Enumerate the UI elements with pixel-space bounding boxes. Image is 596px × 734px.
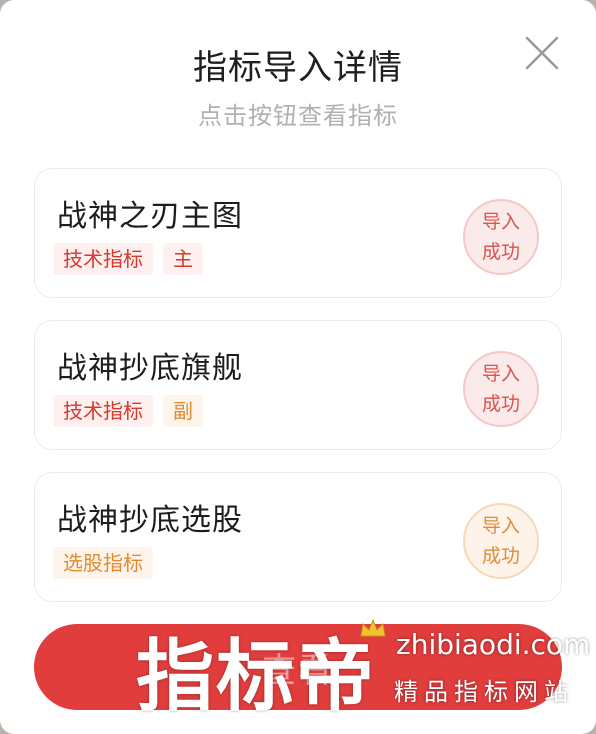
- stamp-line-1: 导入: [481, 363, 520, 385]
- indicator-card[interactable]: 战神抄底旗舰 技术指标 副 导入 成功: [34, 320, 562, 450]
- indicator-tags: 技术指标 主: [53, 243, 203, 275]
- tag-role: 副: [163, 395, 203, 427]
- indicator-tags: 技术指标 副: [53, 395, 203, 427]
- indicator-card[interactable]: 战神之刃主图 技术指标 主 导入 成功: [34, 168, 562, 298]
- tag-role: 主: [163, 243, 203, 275]
- import-success-stamp: 导入 成功: [463, 351, 539, 427]
- indicator-name: 战神抄底选股: [57, 503, 243, 538]
- tag-type: 技术指标: [53, 395, 153, 427]
- dialog-subtitle: 点击按钮查看指标: [198, 102, 398, 130]
- indicator-tags: 选股指标: [53, 547, 153, 579]
- stamp-line-2: 成功: [481, 241, 520, 263]
- indicator-card[interactable]: 战神抄底选股 选股指标 导入 成功: [34, 472, 562, 602]
- stamp-line-1: 导入: [481, 515, 520, 537]
- stamp-line-2: 成功: [481, 393, 520, 415]
- tag-type: 技术指标: [53, 243, 153, 275]
- import-details-dialog: 指标导入详情 点击按钮查看指标 战神之刃主图 技术指标 主 导入 成功 战神抄底…: [0, 0, 596, 734]
- close-icon[interactable]: [523, 34, 561, 72]
- tag-type: 选股指标: [53, 547, 153, 579]
- indicator-name: 战神之刃主图: [57, 199, 243, 234]
- import-success-stamp: 导入 成功: [463, 199, 539, 275]
- stamp-line-1: 导入: [481, 211, 520, 233]
- button-label: 查看: [262, 650, 334, 691]
- dialog-title: 指标导入详情: [193, 48, 403, 88]
- view-indicators-button[interactable]: 查看: [34, 624, 562, 710]
- import-success-stamp: 导入 成功: [463, 503, 539, 579]
- indicator-name: 战神抄底旗舰: [57, 351, 243, 386]
- stamp-line-2: 成功: [481, 545, 520, 567]
